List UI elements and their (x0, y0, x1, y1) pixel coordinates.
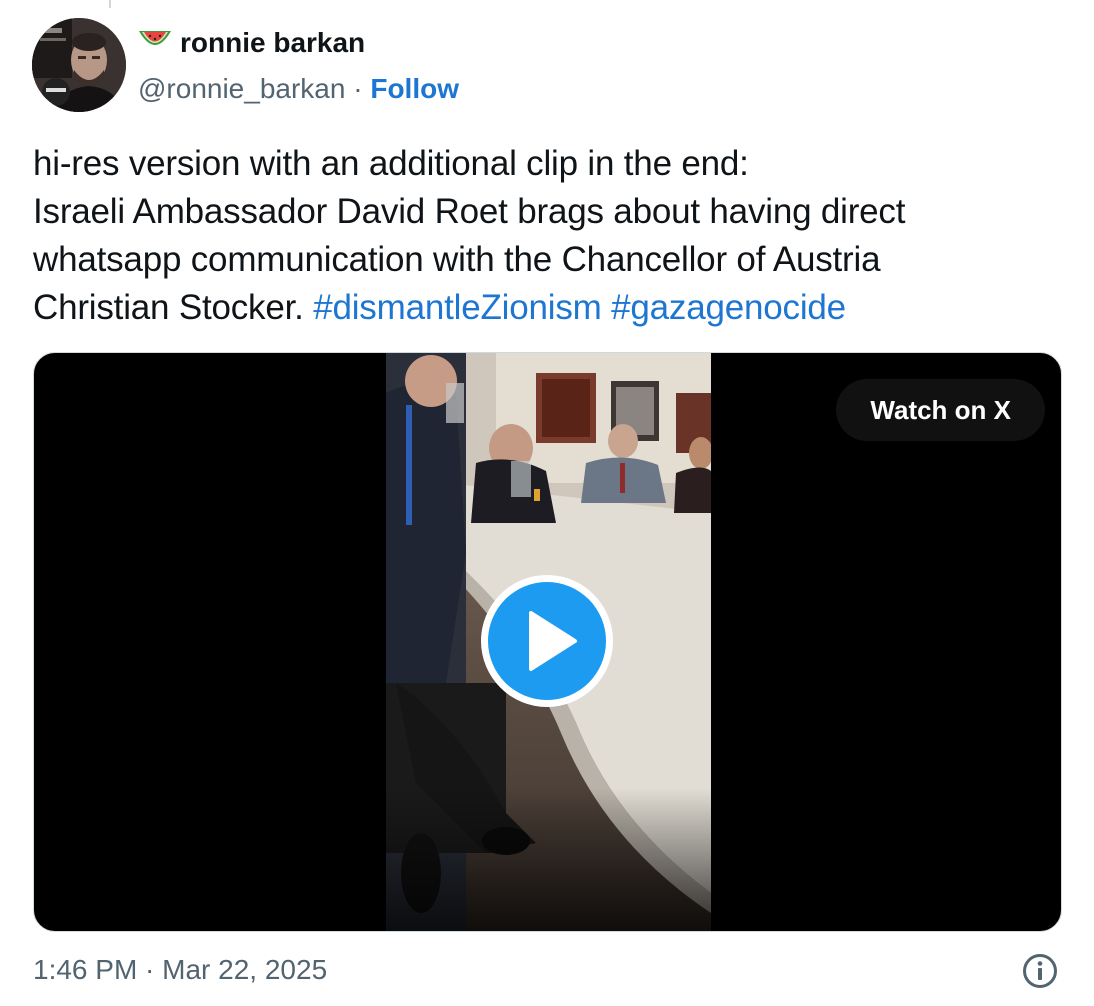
display-name[interactable]: ronnie barkan (180, 26, 365, 60)
thread-line (109, 0, 111, 8)
timestamp[interactable]: 1:46 PM · Mar 22, 2025 (33, 950, 327, 990)
hashtag-space (602, 288, 612, 327)
video-player[interactable]: Watch on X (33, 352, 1062, 932)
tweet-line: hi-res version with an additional clip i… (33, 144, 749, 183)
tweet-line-last: Christian Stocker. #dismantleZionism #ga… (33, 284, 1053, 332)
handle-row: @ronnie_barkan · Follow (138, 72, 459, 106)
tweet-line: whatsapp communication with the Chancell… (33, 240, 881, 279)
avatar[interactable] (32, 18, 126, 112)
author-names: ronnie barkan @ronnie_barkan · Follow (138, 26, 459, 106)
tweet-line-text: Christian Stocker. (33, 288, 314, 327)
tweet-line: Israeli Ambassador David Roet brags abou… (33, 192, 906, 231)
tweet-card: ronnie barkan @ronnie_barkan · Follow hi… (0, 0, 1094, 1006)
follow-button[interactable]: Follow (370, 73, 459, 104)
hashtag-link[interactable]: #dismantleZionism (313, 288, 602, 327)
info-icon[interactable] (1022, 953, 1058, 989)
hashtag-link[interactable]: #gazagenocide (611, 288, 846, 327)
watch-on-x-button[interactable]: Watch on X (836, 379, 1045, 441)
tweet-text: hi-res version with an additional clip i… (33, 140, 1053, 332)
name-row: ronnie barkan (138, 26, 459, 60)
play-icon (529, 611, 577, 671)
separator: · (345, 73, 371, 104)
play-button[interactable] (481, 575, 613, 707)
watermelon-icon (138, 29, 180, 58)
tweet-header: ronnie barkan @ronnie_barkan · Follow (32, 18, 459, 118)
handle[interactable]: @ronnie_barkan (138, 73, 345, 104)
